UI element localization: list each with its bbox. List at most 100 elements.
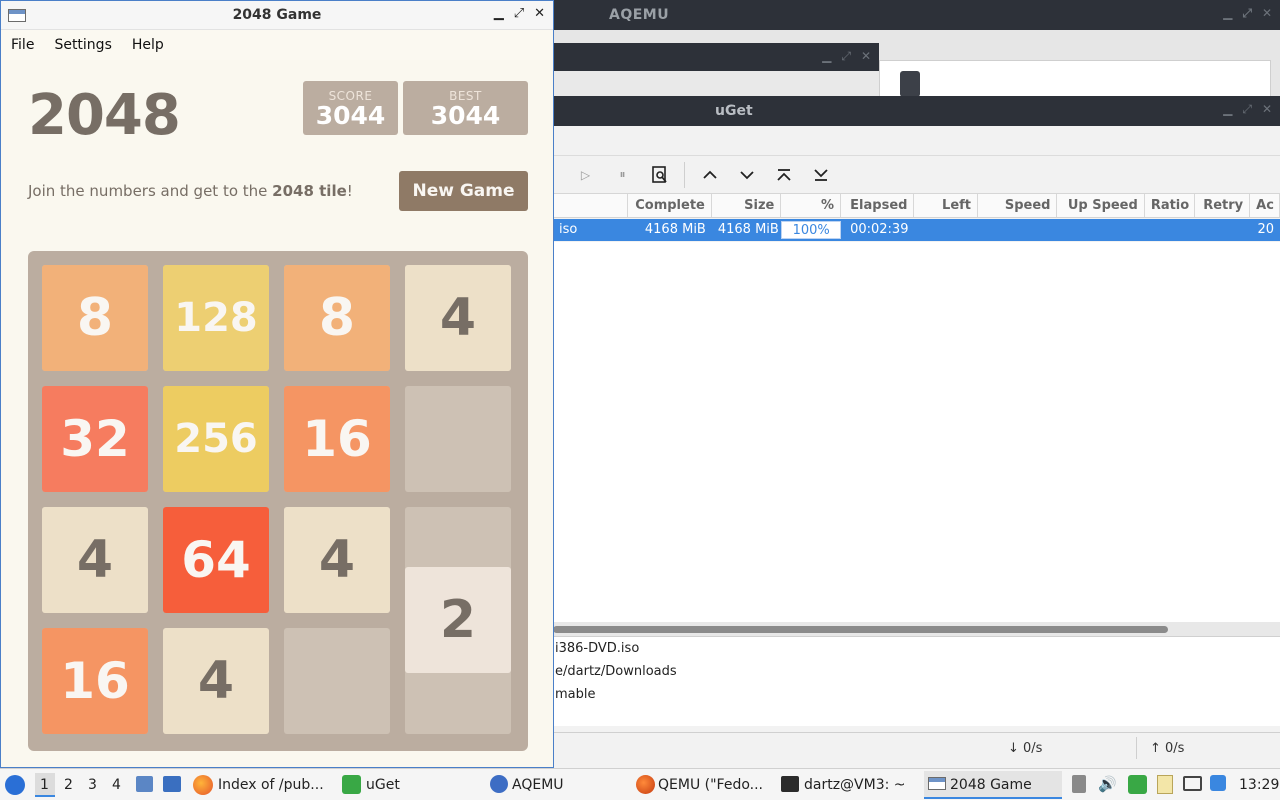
game-board[interactable]: 8 128 8 4 32 256 16 4 64 4 16 4 2 [28, 251, 528, 751]
pause-icon[interactable]: ⏸ [604, 160, 641, 190]
aqemu-vm-panel [879, 60, 1271, 100]
volume-icon[interactable]: 🔊 [1098, 775, 1117, 793]
task-aqemu[interactable]: AQEMU [512, 777, 564, 793]
uget-menubar [553, 126, 1280, 156]
workspace-4[interactable]: 4 [112, 777, 121, 793]
tile: 4 [284, 507, 390, 613]
tile: 16 [42, 628, 148, 734]
detail-folder: e/dartz/Downloads [555, 664, 677, 679]
start-menu-icon[interactable] [5, 775, 25, 795]
aqemu-title: AQEMU [609, 7, 670, 23]
workspace-1[interactable]: 1 [40, 777, 49, 793]
qemu-icon [636, 775, 655, 794]
maximize-icon[interactable]: ⤢ [1242, 102, 1252, 117]
close-icon[interactable]: ✕ [534, 6, 545, 21]
maximize-icon[interactable]: ⤢ [514, 6, 524, 21]
uget-titlebar[interactable]: uGet ▁ ⤢ ✕ [553, 96, 1280, 126]
score-label: SCORE [328, 89, 373, 103]
tile: 4 [42, 507, 148, 613]
status-separator [1136, 737, 1137, 759]
board-cell [284, 628, 390, 734]
firefox-icon [193, 775, 213, 795]
column-added[interactable]: Ac [1250, 194, 1280, 217]
menu-file[interactable]: File [11, 37, 34, 53]
menu-help[interactable]: Help [132, 37, 164, 53]
horizontal-scrollbar[interactable] [553, 622, 1280, 636]
row-elapsed: 00:02:39 [850, 222, 909, 237]
download-row[interactable]: iso 4168 MiB 4168 MiB 100% 00:02:39 20 [553, 219, 1280, 241]
task-terminal[interactable]: dartz@VM3: ~ [804, 777, 906, 793]
column-elapsed[interactable]: Elapsed [841, 194, 915, 217]
column-retry[interactable]: Retry [1195, 194, 1251, 217]
column-percent[interactable]: % [781, 194, 841, 217]
column-name[interactable] [553, 194, 629, 217]
properties-icon[interactable] [641, 160, 678, 190]
clock: 13:29 [1239, 777, 1280, 793]
task-2048[interactable]: 2048 Game [950, 777, 1032, 793]
column-left[interactable]: Left [914, 194, 979, 217]
terminal-icon [781, 776, 799, 792]
game-intro: Join the numbers and get to the 2048 til… [28, 182, 353, 200]
row-name: iso [559, 222, 578, 237]
download-speed: ↓ 0/s [1008, 741, 1043, 756]
column-complete[interactable]: Complete [628, 194, 712, 217]
row-left [914, 219, 978, 241]
aqemu-titlebar[interactable]: AQEMU ▁ ⤢ ✕ [553, 0, 1280, 30]
file-manager-icon[interactable] [136, 776, 153, 792]
uget-tray-icon[interactable] [1128, 775, 1147, 794]
task-uget[interactable]: uGet [366, 777, 400, 793]
move-top-icon[interactable] [765, 160, 802, 190]
move-bottom-icon[interactable] [802, 160, 839, 190]
small-dialog-titlebar[interactable]: ▁ ⤢ ✕ [553, 43, 879, 71]
row-size: 4168 MiB [717, 222, 779, 237]
minimize-icon[interactable]: ▁ [494, 6, 504, 21]
download-list-header: Complete Size % Elapsed Left Speed Up Sp… [553, 194, 1280, 218]
download-list[interactable] [553, 242, 1280, 622]
minimize-icon[interactable]: ▁ [1223, 102, 1232, 117]
desktop-icon[interactable] [163, 776, 181, 792]
close-icon[interactable]: ✕ [1262, 102, 1272, 117]
task-firefox[interactable]: Index of /pub... [218, 777, 324, 793]
close-icon[interactable]: ✕ [1262, 6, 1272, 21]
menu-settings[interactable]: Settings [54, 37, 111, 53]
window-icon [928, 777, 946, 790]
board-cell [405, 386, 511, 492]
workspace-2[interactable]: 2 [64, 777, 73, 793]
task-qemu[interactable]: QEMU ("Fedo... [658, 777, 763, 793]
column-ratio[interactable]: Ratio [1145, 194, 1195, 217]
notification-icon[interactable] [1210, 775, 1226, 791]
best-label: BEST [449, 89, 482, 103]
move-down-icon[interactable] [728, 160, 765, 190]
close-icon[interactable]: ✕ [861, 49, 871, 64]
game-window-title: 2048 Game [232, 7, 322, 23]
maximize-icon[interactable]: ⤢ [1242, 6, 1252, 21]
move-up-icon[interactable] [691, 160, 728, 190]
workspace-3[interactable]: 3 [88, 777, 97, 793]
upload-speed: ↑ 0/s [1150, 741, 1185, 756]
aqemu-icon [490, 775, 508, 793]
row-ratio [1145, 219, 1195, 241]
tile: 32 [42, 386, 148, 492]
play-icon[interactable]: ▷ [567, 160, 604, 190]
minimize-icon[interactable]: ▁ [822, 49, 831, 64]
score-box: SCORE 3044 [303, 81, 398, 135]
game-menubar: File Settings Help [1, 30, 553, 60]
best-value: 3044 [430, 101, 501, 130]
intro-suffix: ! [346, 182, 353, 200]
new-game-button[interactable]: New Game [399, 171, 528, 211]
uget-title: uGet [715, 103, 753, 119]
game-titlebar[interactable]: 2048 Game ▁ ⤢ ✕ [1, 1, 553, 30]
column-speed[interactable]: Speed [978, 194, 1058, 217]
column-size[interactable]: Size [712, 194, 782, 217]
clipboard-icon[interactable] [1157, 775, 1173, 794]
scrollbar-thumb[interactable] [553, 626, 1168, 633]
minimize-icon[interactable]: ▁ [1223, 6, 1232, 21]
row-added: 20 [1257, 222, 1274, 237]
column-up-speed[interactable]: Up Speed [1057, 194, 1145, 217]
score-value: 3044 [315, 101, 386, 130]
row-retry [1195, 219, 1251, 241]
row-up-speed [1057, 219, 1144, 241]
network-icon[interactable] [1183, 776, 1202, 791]
eject-icon[interactable] [1072, 775, 1086, 793]
maximize-icon[interactable]: ⤢ [841, 49, 851, 64]
